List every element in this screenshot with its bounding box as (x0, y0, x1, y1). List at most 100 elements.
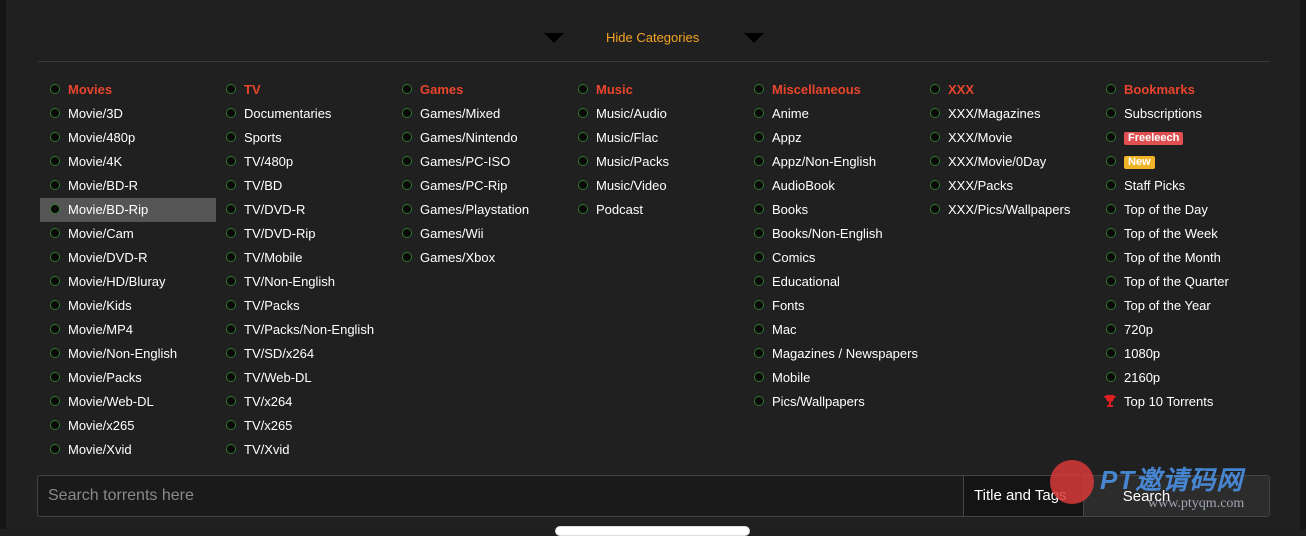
category-item[interactable]: TV/Xvid (216, 438, 392, 462)
category-item[interactable]: Mobile (744, 366, 920, 390)
radio-dot-icon[interactable] (578, 84, 588, 94)
category-item[interactable]: TV/Packs (216, 294, 392, 318)
radio-dot-icon[interactable] (226, 156, 236, 166)
radio-dot-icon[interactable] (754, 276, 764, 286)
radio-dot-icon[interactable] (1106, 348, 1116, 358)
radio-dot-icon[interactable] (50, 180, 60, 190)
radio-dot-icon[interactable] (402, 252, 412, 262)
category-item[interactable]: Fonts (744, 294, 920, 318)
radio-dot-icon[interactable] (50, 300, 60, 310)
category-item[interactable]: TV/Web-DL (216, 366, 392, 390)
radio-dot-icon[interactable] (930, 108, 940, 118)
radio-dot-icon[interactable] (226, 420, 236, 430)
radio-dot-icon[interactable] (226, 132, 236, 142)
category-item[interactable]: TV/x264 (216, 390, 392, 414)
triangle-down-icon[interactable] (544, 33, 564, 43)
radio-dot-icon[interactable] (1106, 204, 1116, 214)
radio-dot-icon[interactable] (402, 156, 412, 166)
radio-dot-icon[interactable] (226, 108, 236, 118)
hide-categories-link[interactable]: Hide Categories (606, 30, 699, 45)
radio-dot-icon[interactable] (402, 132, 412, 142)
category-item[interactable]: Movie/BD-R (40, 174, 216, 198)
radio-dot-icon[interactable] (1106, 180, 1116, 190)
category-item[interactable]: Music/Video (568, 174, 744, 198)
radio-dot-icon[interactable] (754, 132, 764, 142)
category-item[interactable]: XXX/Packs (920, 174, 1096, 198)
radio-dot-icon[interactable] (226, 300, 236, 310)
radio-dot-icon[interactable] (754, 324, 764, 334)
category-header[interactable]: XXX (920, 78, 1096, 102)
category-item[interactable]: Movie/Kids (40, 294, 216, 318)
radio-dot-icon[interactable] (402, 204, 412, 214)
category-item[interactable]: XXX/Movie/0Day (920, 150, 1096, 174)
radio-dot-icon[interactable] (226, 276, 236, 286)
category-item[interactable]: TV/SD/x264 (216, 342, 392, 366)
radio-dot-icon[interactable] (1106, 108, 1116, 118)
category-item[interactable]: Magazines / Newspapers (744, 342, 920, 366)
category-item[interactable]: Movie/MP4 (40, 318, 216, 342)
radio-dot-icon[interactable] (226, 180, 236, 190)
radio-dot-icon[interactable] (754, 228, 764, 238)
category-item[interactable]: TV/DVD-R (216, 198, 392, 222)
category-item[interactable]: Top of the Month (1096, 246, 1272, 270)
category-item[interactable]: Anime (744, 102, 920, 126)
radio-dot-icon[interactable] (930, 180, 940, 190)
category-item[interactable]: Movie/Packs (40, 366, 216, 390)
category-item[interactable]: TV/BD (216, 174, 392, 198)
category-item[interactable]: Top of the Week (1096, 222, 1272, 246)
category-item[interactable]: AudioBook (744, 174, 920, 198)
category-item[interactable]: Staff Picks (1096, 174, 1272, 198)
radio-dot-icon[interactable] (754, 156, 764, 166)
category-item[interactable]: TV/x265 (216, 414, 392, 438)
radio-dot-icon[interactable] (226, 324, 236, 334)
radio-dot-icon[interactable] (754, 204, 764, 214)
radio-dot-icon[interactable] (50, 324, 60, 334)
category-item[interactable]: Movie/Non-English (40, 342, 216, 366)
category-item[interactable]: Movie/Web-DL (40, 390, 216, 414)
radio-dot-icon[interactable] (50, 276, 60, 286)
radio-dot-icon[interactable] (50, 84, 60, 94)
radio-dot-icon[interactable] (226, 84, 236, 94)
radio-dot-icon[interactable] (402, 84, 412, 94)
category-item[interactable]: Music/Packs (568, 150, 744, 174)
radio-dot-icon[interactable] (1106, 300, 1116, 310)
category-item[interactable]: Movie/x265 (40, 414, 216, 438)
radio-dot-icon[interactable] (1106, 84, 1116, 94)
category-item[interactable]: Top of the Day (1096, 198, 1272, 222)
category-item[interactable]: Music/Audio (568, 102, 744, 126)
category-item[interactable]: Music/Flac (568, 126, 744, 150)
radio-dot-icon[interactable] (754, 84, 764, 94)
category-item[interactable]: Subscriptions (1096, 102, 1272, 126)
category-item[interactable]: Top of the Quarter (1096, 270, 1272, 294)
radio-dot-icon[interactable] (50, 156, 60, 166)
radio-dot-icon[interactable] (578, 156, 588, 166)
category-item[interactable]: 1080p (1096, 342, 1272, 366)
radio-dot-icon[interactable] (226, 204, 236, 214)
category-item[interactable]: 2160p (1096, 366, 1272, 390)
radio-dot-icon[interactable] (930, 156, 940, 166)
radio-dot-icon[interactable] (50, 228, 60, 238)
radio-dot-icon[interactable] (50, 204, 60, 214)
radio-dot-icon[interactable] (226, 348, 236, 358)
radio-dot-icon[interactable] (578, 108, 588, 118)
category-item[interactable]: Comics (744, 246, 920, 270)
radio-dot-icon[interactable] (578, 204, 588, 214)
category-item[interactable]: Games/Playstation (392, 198, 568, 222)
radio-dot-icon[interactable] (754, 180, 764, 190)
category-header[interactable]: Games (392, 78, 568, 102)
radio-dot-icon[interactable] (1106, 324, 1116, 334)
category-item[interactable]: Movie/DVD-R (40, 246, 216, 270)
category-header[interactable]: Miscellaneous (744, 78, 920, 102)
category-item[interactable]: Podcast (568, 198, 744, 222)
category-item[interactable]: XXX/Pics/Wallpapers (920, 198, 1096, 222)
radio-dot-icon[interactable] (1106, 276, 1116, 286)
radio-dot-icon[interactable] (578, 132, 588, 142)
category-item[interactable]: 720p (1096, 318, 1272, 342)
radio-dot-icon[interactable] (1106, 156, 1116, 166)
category-item[interactable]: Games/Xbox (392, 246, 568, 270)
radio-dot-icon[interactable] (50, 420, 60, 430)
radio-dot-icon[interactable] (402, 180, 412, 190)
category-item[interactable]: Movie/4K (40, 150, 216, 174)
radio-dot-icon[interactable] (226, 444, 236, 454)
category-item[interactable]: Games/PC-ISO (392, 150, 568, 174)
